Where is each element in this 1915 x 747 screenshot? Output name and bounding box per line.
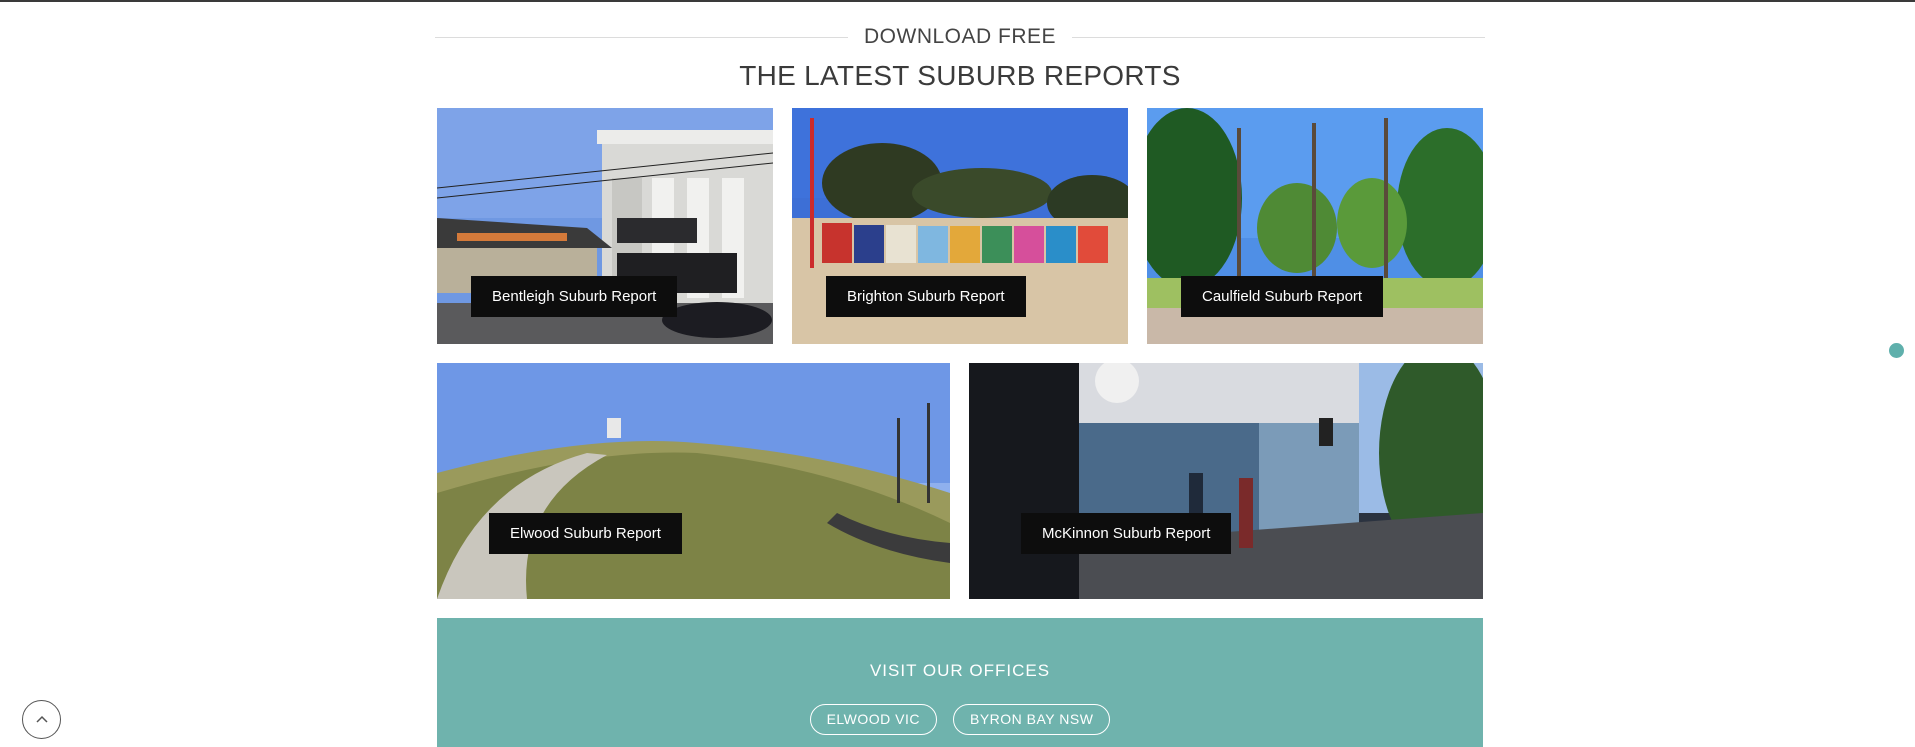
report-label[interactable]: Bentleigh Suburb Report [471, 276, 678, 317]
office-buttons: ELWOOD VIC BYRON BAY NSW [437, 704, 1483, 735]
report-card-caulfield[interactable]: Caulfield Suburb Report [1147, 108, 1483, 344]
report-label[interactable]: McKinnon Suburb Report [1021, 513, 1232, 554]
mckinnon-photo [969, 363, 1483, 599]
report-card-brighton[interactable]: Brighton Suburb Report [792, 108, 1128, 344]
chevron-up-icon [35, 715, 48, 723]
section-kicker: DOWNLOAD FREE [435, 22, 1486, 52]
report-card-elwood[interactable]: Elwood Suburb Report [437, 363, 950, 599]
back-to-top-button[interactable] [22, 700, 61, 739]
report-label[interactable]: Elwood Suburb Report [489, 513, 682, 554]
report-label[interactable]: Caulfield Suburb Report [1181, 276, 1384, 317]
kicker-text: DOWNLOAD FREE [864, 25, 1057, 48]
visit-offices-banner: VISIT OUR OFFICES ELWOOD VIC BYRON BAY N… [437, 618, 1483, 747]
elwood-photo [437, 363, 950, 599]
elwood-office-button[interactable]: ELWOOD VIC [809, 704, 937, 735]
divider-right [1072, 36, 1486, 38]
divider-left [435, 36, 848, 38]
report-card-mckinnon[interactable]: McKinnon Suburb Report [969, 363, 1483, 599]
byron-bay-office-button[interactable]: BYRON BAY NSW [952, 704, 1111, 735]
chat-dot-icon[interactable] [1889, 343, 1904, 358]
page-title: THE LATEST SUBURB REPORTS [739, 60, 1181, 91]
report-card-bentleigh[interactable]: Bentleigh Suburb Report [437, 108, 773, 344]
report-label[interactable]: Brighton Suburb Report [826, 276, 1026, 317]
top-border [0, 0, 1915, 2]
offices-heading: VISIT OUR OFFICES [869, 661, 1051, 680]
